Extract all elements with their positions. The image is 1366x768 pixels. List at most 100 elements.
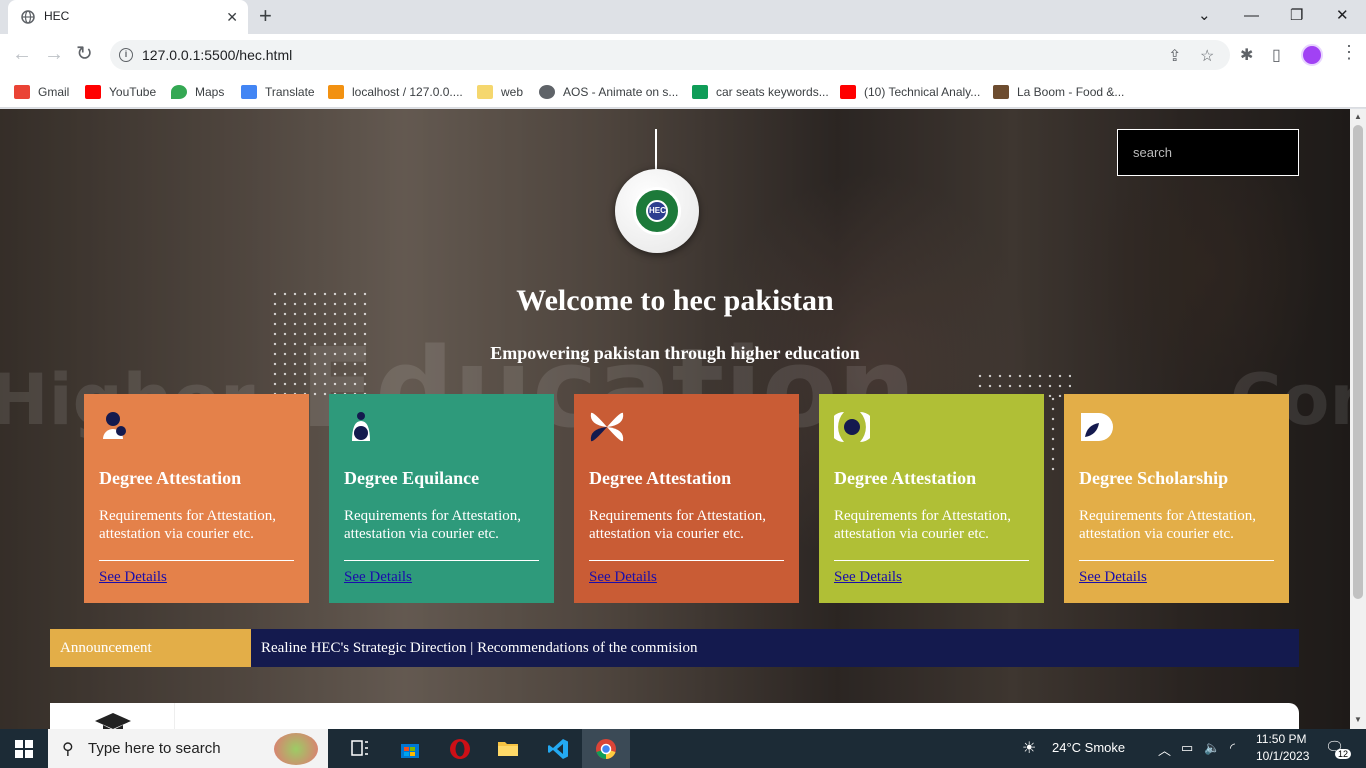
bookmark-gmail[interactable]: Gmail	[14, 83, 69, 101]
bookmark-aos[interactable]: AOS - Animate on s...	[539, 83, 678, 101]
weather-icon[interactable]: ☀	[1022, 738, 1036, 758]
tab-search-icon[interactable]: ⌄	[1198, 7, 1211, 25]
card-description: Requirements for Attestation, attestatio…	[834, 508, 1012, 542]
gmail-icon	[14, 85, 30, 99]
reload-icon[interactable]: ↻	[76, 43, 93, 65]
page-title: Welcome to hec pakistan	[516, 284, 834, 317]
bookmark-maps[interactable]: Maps	[171, 83, 224, 101]
card-description: Requirements for Attestation, attestatio…	[344, 508, 522, 542]
bookmark-technical-analysis[interactable]: (10) Technical Analy...	[840, 83, 980, 101]
service-card: Degree Equilance Requirements for Attest…	[329, 394, 554, 603]
weather-text[interactable]: 24°C Smoke	[1052, 740, 1125, 755]
hec-logo: HEC	[615, 169, 699, 253]
page-subtitle: Empowering pakistan through higher educa…	[490, 343, 860, 363]
person-icon	[103, 412, 126, 439]
clock-time[interactable]: 11:50 PM	[1256, 732, 1306, 746]
notification-count: 12	[1335, 749, 1352, 759]
bookmark-star-icon[interactable]: ☆	[1200, 46, 1214, 66]
wifi-icon[interactable]: ◜	[1230, 740, 1235, 756]
service-card: Degree Scholarship Requirements for Atte…	[1064, 394, 1289, 603]
forward-icon[interactable]: →	[44, 43, 64, 65]
service-card: Degree Attestation Requirements for Atte…	[819, 394, 1044, 603]
see-details-link[interactable]: See Details	[1079, 569, 1147, 586]
card-title: Degree Equilance	[344, 468, 480, 488]
url-text[interactable]: 127.0.0.1:5500/hec.html	[142, 47, 292, 63]
sheets-icon	[692, 85, 708, 99]
logo-text: HEC	[649, 206, 666, 215]
scroll-down-icon[interactable]: ▼	[1354, 715, 1362, 724]
browser-tab[interactable]: HEC ✕	[8, 0, 248, 34]
eye-icon	[834, 412, 870, 442]
chrome-icon[interactable]	[582, 729, 630, 768]
announcement-text[interactable]: Realine HEC's Strategic Direction | Reco…	[261, 629, 697, 667]
opera-icon[interactable]	[436, 729, 484, 768]
bookmark-la-boom[interactable]: La Boom - Food &...	[993, 83, 1124, 101]
windows-start-icon[interactable]	[15, 740, 33, 758]
see-details-link[interactable]: See Details	[589, 569, 657, 586]
card-title: Degree Attestation	[99, 468, 242, 488]
bookmark-youtube[interactable]: YouTube	[85, 83, 156, 101]
announcement-bar: Announcement Realine HEC's Strategic Dir…	[50, 629, 1299, 667]
task-view-icon[interactable]	[336, 729, 384, 768]
scroll-thumb[interactable]	[1353, 125, 1363, 599]
page-viewport: Higher Education Comm HEC Welcome to hec…	[0, 109, 1350, 729]
search-input[interactable]	[1117, 129, 1299, 176]
store-icon[interactable]	[386, 729, 434, 768]
tab-title: HEC	[44, 9, 70, 23]
bookmark-localhost[interactable]: localhost / 127.0.0....	[328, 83, 463, 101]
globe-icon	[21, 10, 35, 24]
back-icon[interactable]: ←	[12, 43, 32, 65]
see-details-link[interactable]: See Details	[99, 569, 167, 586]
maps-icon	[171, 85, 187, 99]
site-info-icon[interactable]: i	[119, 48, 133, 62]
volume-icon[interactable]: 🔈	[1204, 740, 1220, 756]
bookmarks-bar: Gmail YouTube Maps Translate localhost /…	[0, 76, 1366, 108]
petals-icon	[590, 412, 624, 442]
browser-toolbar: ← → ↻ i 127.0.0.1:5500/hec.html ⇪ ☆ ✱ ▯ …	[0, 34, 1366, 76]
bookmark-translate[interactable]: Translate	[241, 83, 315, 101]
card-title: Degree Attestation	[834, 468, 977, 488]
taskbar-search[interactable]: ⚲ Type here to search	[48, 729, 328, 768]
divider	[834, 560, 1029, 561]
divider	[344, 560, 539, 561]
phpmyadmin-icon	[328, 85, 344, 99]
see-details-link[interactable]: See Details	[344, 569, 412, 586]
folder-icon	[477, 85, 493, 99]
side-panel-icon[interactable]: ▯	[1272, 45, 1281, 65]
restore-icon[interactable]: ❐	[1290, 7, 1303, 25]
scroll-up-icon[interactable]: ▲	[1354, 112, 1362, 121]
search-highlight-icon	[274, 733, 318, 765]
bookmark-car-seats[interactable]: car seats keywords...	[692, 83, 829, 101]
close-tab-icon[interactable]: ✕	[226, 9, 238, 25]
service-card: Degree Attestation Requirements for Atte…	[574, 394, 799, 603]
vscode-icon[interactable]	[534, 729, 582, 768]
card-description: Requirements for Attestation, attestatio…	[589, 508, 767, 542]
address-bar[interactable]: i 127.0.0.1:5500/hec.html ⇪ ☆	[110, 40, 1230, 70]
dot-pattern	[1048, 394, 1058, 474]
youtube-icon	[85, 85, 101, 99]
menu-icon[interactable]: ⋮	[1340, 42, 1358, 63]
graduation-cap-icon	[95, 713, 131, 729]
taskbar-search-placeholder: Type here to search	[88, 740, 221, 757]
announcement-label: Announcement	[50, 629, 251, 667]
bookmark-web[interactable]: web	[477, 83, 523, 101]
minimize-icon[interactable]: —	[1244, 7, 1259, 25]
new-tab-icon[interactable]: +	[259, 5, 272, 27]
windows-taskbar: ⚲ Type here to search ☀ 24°C Smoke ︿ ▭ 🔈…	[0, 729, 1366, 768]
page-scrollbar[interactable]: ▲ ▼	[1350, 109, 1366, 729]
battery-icon[interactable]: ▭	[1181, 740, 1193, 756]
site-icon	[993, 85, 1009, 99]
extensions-icon[interactable]: ✱	[1240, 45, 1253, 65]
close-window-icon[interactable]: ✕	[1336, 7, 1349, 25]
card-title: Degree Scholarship	[1079, 468, 1229, 488]
translate-icon	[241, 85, 257, 99]
show-hidden-icons[interactable]: ︿	[1158, 740, 1171, 759]
see-details-link[interactable]: See Details	[834, 569, 902, 586]
profile-avatar[interactable]	[1301, 44, 1323, 66]
share-icon[interactable]: ⇪	[1168, 46, 1181, 66]
file-explorer-icon[interactable]	[484, 729, 532, 768]
tab-strip: HEC ✕ + ⌄ — ❐ ✕	[0, 0, 1366, 34]
logo-hanger	[655, 129, 657, 171]
clock-date[interactable]: 10/1/2023	[1256, 749, 1309, 763]
divider	[99, 560, 294, 561]
